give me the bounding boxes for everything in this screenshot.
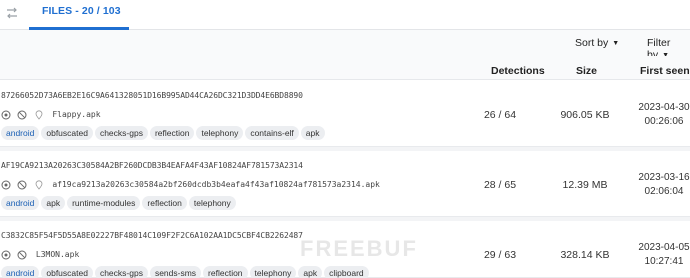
settings-icon [1, 250, 11, 260]
first-seen-date: 2023-03-16 [638, 172, 690, 183]
size-value: 328.14 KB [560, 249, 610, 261]
tab-files[interactable]: FILES - 20 / 103 [29, 0, 133, 30]
sort-toolbar: Sort by▼ Filter by▼ [0, 30, 690, 61]
tag-chip[interactable]: clipboard [324, 266, 369, 278]
tag-chip[interactable]: reflection [149, 126, 195, 140]
first-seen-date: 2023-04-30 [638, 102, 690, 113]
tag-chip[interactable]: sends-sms [149, 266, 202, 278]
tag-chip[interactable]: reflection [142, 196, 187, 210]
sort-by-label: Sort by [575, 37, 609, 49]
column-size[interactable]: Size [576, 65, 597, 77]
tag-chip[interactable]: reflection [203, 266, 248, 278]
tag-chip[interactable]: checks-gps [94, 266, 148, 278]
tag-chip[interactable]: runtime-modules [67, 196, 141, 210]
detections-value: 28 / 65 [483, 179, 517, 191]
file-name[interactable]: af19ca9213a20263c30584a2bf260dcdb3b4eafa… [52, 180, 380, 189]
table-row[interactable]: AF19CA9213A20263C30584A2BF260DCDB3B4EAFA… [0, 151, 690, 217]
file-hash[interactable]: 87266052D73A6EB2E16C9A641328051D16B995AD… [1, 91, 303, 100]
size-value: 906.05 KB [560, 109, 610, 121]
table-header: Detections Size First seen [0, 56, 690, 80]
file-name-line: Flappy.apk [1, 106, 101, 120]
tag-chip[interactable]: obfuscated [41, 126, 93, 140]
tag-list: android obfuscated checks-gps sends-sms refl… [1, 263, 371, 278]
tag-chip[interactable]: apk [41, 196, 66, 210]
tab-bar: FILES - 20 / 103 [0, 0, 690, 30]
first-seen-time: 00:26:06 [644, 116, 684, 127]
sort-by-button[interactable]: Sort by ▼ [575, 37, 619, 49]
column-first-seen[interactable]: First seen [640, 65, 690, 77]
first-seen-time: 02:06:04 [644, 186, 684, 197]
map-pin-icon [35, 110, 43, 120]
file-name-line: af19ca9213a20263c30584a2bf260dcdb3b4eafa… [1, 176, 380, 190]
column-detections[interactable]: Detections [491, 65, 545, 77]
first-seen-date: 2023-04-05 [638, 242, 690, 253]
tag-chip[interactable]: contains-elf [245, 126, 299, 140]
table-row[interactable]: 87266052D73A6EB2E16C9A641328051D16B995AD… [0, 81, 690, 147]
tag-chip[interactable]: android [1, 266, 40, 278]
first-seen-time: 10:27:41 [644, 256, 684, 267]
tag-chip[interactable]: telephony [188, 196, 236, 210]
first-seen-value: 2023-04-05 10:27:41 [634, 241, 690, 269]
tag-list: android obfuscated checks-gps reflection tel… [1, 123, 327, 141]
no-entry-icon [17, 180, 27, 190]
tag-chip[interactable]: telephony [196, 126, 244, 140]
table-row[interactable]: C3832C85F54F5D55A8E02227BF48014C109F2F2C… [0, 221, 690, 278]
tag-chip[interactable]: checks-gps [94, 126, 148, 140]
swap-arrows-icon[interactable] [4, 5, 20, 21]
detections-value: 26 / 64 [483, 109, 517, 121]
settings-icon [1, 180, 11, 190]
size-value: 12.39 MB [562, 179, 608, 191]
no-entry-icon [17, 250, 27, 260]
file-hash[interactable]: AF19CA9213A20263C30584A2BF260DCDB3B4EAFA… [1, 161, 303, 170]
first-seen-value: 2023-04-30 00:26:06 [634, 101, 690, 129]
detections-value: 29 / 63 [483, 249, 517, 261]
tag-chip[interactable]: obfuscated [41, 266, 93, 278]
caret-down-icon: ▼ [612, 40, 620, 47]
file-name[interactable]: Flappy.apk [52, 110, 100, 119]
no-entry-icon [17, 110, 27, 120]
settings-icon [1, 110, 11, 120]
file-hash[interactable]: C3832C85F54F5D55A8E02227BF48014C109F2F2C… [1, 231, 303, 240]
map-pin-icon [35, 180, 43, 190]
tag-chip[interactable]: apk [300, 126, 325, 140]
tag-chip[interactable]: android [1, 196, 40, 210]
tag-chip[interactable]: apk [298, 266, 323, 278]
first-seen-value: 2023-03-16 02:06:04 [634, 171, 690, 199]
file-name[interactable]: L3MON.apk [36, 250, 79, 259]
tag-chip[interactable]: telephony [249, 266, 297, 278]
file-name-line: L3MON.apk [1, 246, 79, 260]
tag-chip[interactable]: android [1, 126, 40, 140]
tag-list: android apk runtime-modules reflection telep… [1, 193, 238, 211]
